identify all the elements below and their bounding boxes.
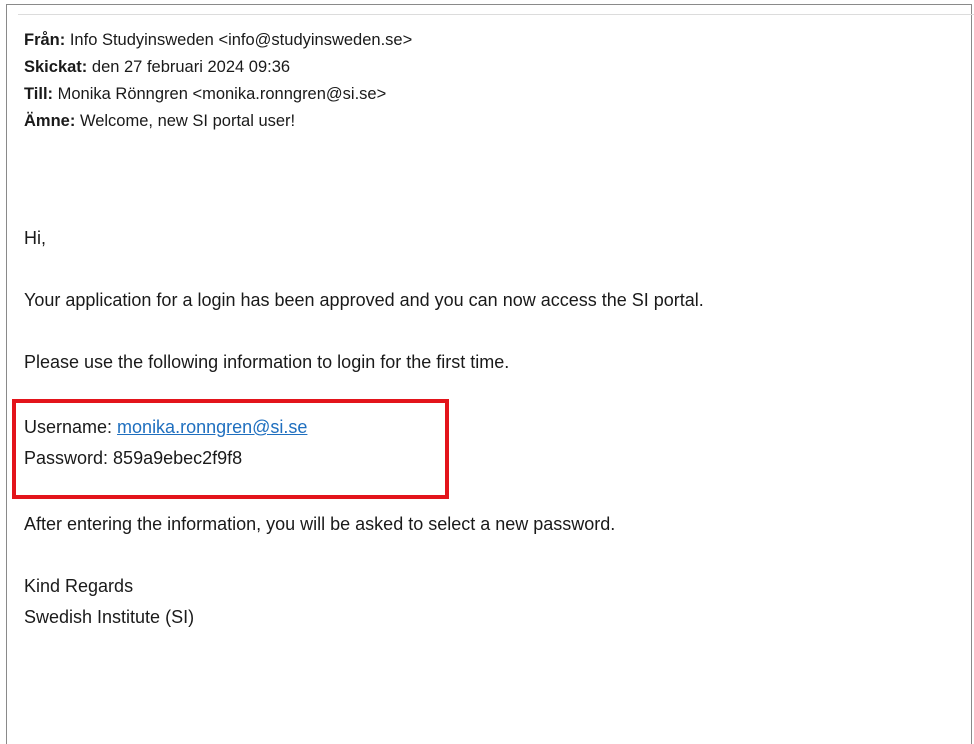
header-to: Till: Monika Rönngren <monika.ronngren@s… <box>24 81 412 108</box>
header-sent-value: den 27 februari 2024 09:36 <box>91 58 291 76</box>
header-sent: Skickat: den 27 februari 2024 09:36 <box>24 54 412 81</box>
header-from-label: Från: <box>24 31 66 49</box>
signature-text: Swedish Institute (SI) <box>24 607 195 627</box>
header-subject-label: Ämne: <box>24 112 76 130</box>
email-paragraph-new-password: After entering the information, you will… <box>24 514 616 534</box>
email-paragraph-instructions: Please use the following information to … <box>24 352 510 372</box>
signature-block: Kind Regards Swedish Institute (SI) <box>24 571 194 633</box>
header-from-value: Info Studyinsweden <info@studyinsweden.s… <box>69 31 413 49</box>
header-to-label: Till: <box>24 85 54 103</box>
header-from: Från: Info Studyinsweden <info@studyinsw… <box>24 27 412 54</box>
email-header-block: Från: Info Studyinsweden <info@studyinsw… <box>24 27 412 135</box>
email-paragraph-approved: Your application for a login has been ap… <box>24 290 704 310</box>
signoff-text: Kind Regards <box>24 576 134 596</box>
credentials-highlight-box <box>12 399 449 499</box>
header-subject: Ämne: Welcome, new SI portal user! <box>24 108 412 135</box>
header-sent-label: Skickat: <box>24 58 88 76</box>
header-to-value: Monika Rönngren <monika.ronngren@si.se> <box>57 85 387 103</box>
email-greeting: Hi, <box>24 228 46 248</box>
header-subject-value: Welcome, new SI portal user! <box>79 112 296 130</box>
header-divider <box>18 14 974 15</box>
